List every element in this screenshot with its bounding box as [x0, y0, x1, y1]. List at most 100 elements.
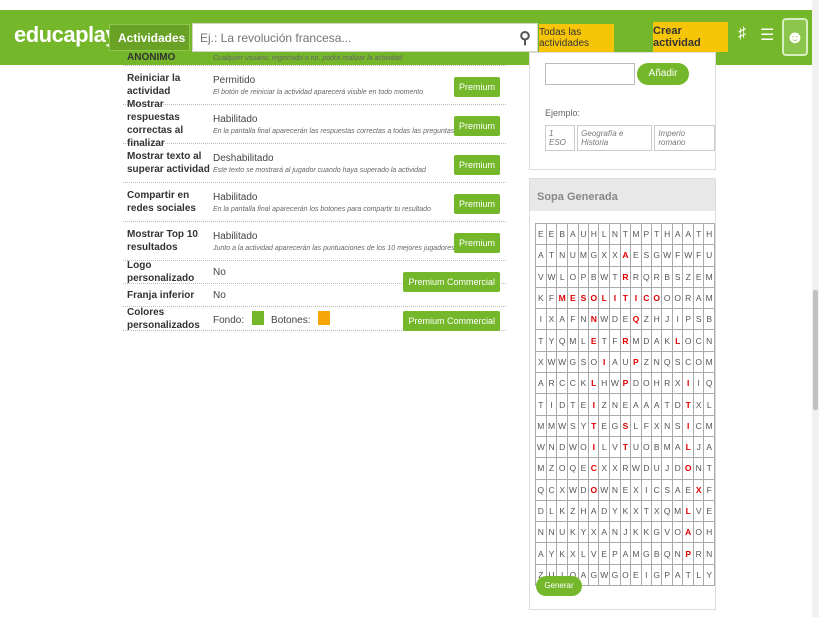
- grid-cell: R: [619, 457, 632, 480]
- grid-cell: N: [545, 521, 558, 544]
- botones-color-swatch[interactable]: [317, 311, 330, 326]
- grid-row: TYQMLETFRMDAKLOCN: [535, 329, 715, 352]
- grid-cell: A: [588, 499, 600, 523]
- grid-cell: X: [556, 478, 569, 501]
- grid-cell: P: [619, 372, 632, 395]
- grid-cell: Y: [545, 329, 558, 352]
- user-icon[interactable]: ☻: [782, 18, 808, 56]
- grid-cell: A: [671, 563, 684, 587]
- grid-cell: A: [651, 329, 663, 352]
- grid-cell: M: [703, 350, 715, 374]
- setting-label: Compartir en redes sociales: [127, 190, 196, 214]
- grid-cell: L: [556, 265, 569, 288]
- grid-cell: M: [535, 457, 547, 480]
- grid-cell: L: [682, 435, 695, 459]
- grid-cell: P: [682, 308, 695, 331]
- grid-cell: I: [671, 308, 684, 331]
- premium-button[interactable]: Premium: [453, 233, 500, 253]
- grid-cell: L: [630, 414, 642, 437]
- premium-button[interactable]: Premium: [453, 155, 500, 175]
- all-activities-button[interactable]: Todas las actividades: [539, 24, 614, 52]
- grid-cell: N: [671, 542, 684, 565]
- grid-cell: W: [535, 435, 547, 459]
- grid-cell: Z: [545, 457, 558, 480]
- grid-cell: W: [598, 478, 611, 501]
- grid-cell: M: [671, 499, 684, 523]
- grid-cell: C: [567, 372, 579, 395]
- grid-cell: Q: [661, 499, 673, 523]
- grid-cell: G: [567, 350, 579, 374]
- grid-cell: O: [567, 265, 579, 288]
- grid-cell: P: [609, 542, 621, 565]
- panel-title: Sopa Generada: [530, 179, 715, 211]
- grid-cell: P: [630, 350, 642, 374]
- search-input[interactable]: [193, 30, 513, 45]
- grid-cell: F: [693, 244, 705, 267]
- grid-cell: R: [693, 542, 705, 565]
- premium-button[interactable]: Premium: [453, 116, 500, 136]
- premium-button[interactable]: Premium: [453, 77, 500, 97]
- grid-cell: S: [619, 414, 632, 437]
- grid-cell: N: [577, 308, 590, 331]
- grid-cell: Q: [630, 308, 642, 331]
- grid-cell: O: [588, 478, 600, 501]
- grid-cell: D: [671, 393, 684, 416]
- grid-cell: T: [567, 393, 579, 416]
- premium-commercial-button[interactable]: Premium Commercial: [403, 311, 500, 331]
- grid-cell: A: [619, 542, 632, 565]
- settings-row-colors: Colores personalizados Fondo: Botones: P…: [123, 307, 506, 331]
- premium-button[interactable]: Premium: [453, 194, 500, 214]
- grid-cell: I: [588, 393, 600, 416]
- grid-cell: Y: [703, 563, 715, 587]
- grid-cell: L: [671, 329, 684, 352]
- grid-cell: A: [535, 372, 547, 395]
- grid-cell: M: [703, 286, 715, 310]
- grid-cell: N: [535, 521, 547, 544]
- scrollbar-thumb[interactable]: [813, 290, 818, 410]
- grid-cell: N: [703, 542, 715, 565]
- grid-cell: O: [671, 521, 684, 544]
- grid-cell: U: [651, 457, 663, 480]
- grid-row: TIDTEIZNEAAATDTXL: [535, 393, 715, 416]
- grid-cell: A: [703, 435, 715, 459]
- grid-cell: F: [671, 244, 684, 267]
- tag-input[interactable]: [545, 63, 635, 85]
- generate-another-button[interactable]: Generar Otra: [536, 576, 582, 610]
- grid-cell: Q: [640, 265, 653, 288]
- example-tags: 1 ESO Geografía e Historia Imperio romano: [545, 125, 715, 151]
- grid-cell: G: [588, 244, 600, 267]
- grid-cell: N: [609, 521, 621, 544]
- grid-cell: N: [609, 222, 621, 246]
- bell-icon[interactable]: ♯: [738, 25, 746, 43]
- grid-cell: D: [640, 329, 653, 352]
- list-icon[interactable]: ☰: [760, 25, 774, 45]
- grid-cell: O: [640, 372, 653, 395]
- grid-cell: C: [545, 478, 558, 501]
- scrollbar[interactable]: [812, 0, 819, 617]
- grid-cell: D: [556, 435, 569, 459]
- grid-cell: L: [598, 286, 611, 310]
- grid-cell: E: [567, 286, 579, 310]
- grid-cell: S: [671, 265, 684, 288]
- grid-cell: I: [630, 286, 642, 310]
- add-tag-button[interactable]: Añadir: [637, 63, 689, 85]
- grid-cell: I: [682, 414, 695, 437]
- grid-cell: D: [630, 372, 642, 395]
- grid-cell: D: [577, 478, 590, 501]
- activities-dropdown[interactable]: Actividades ∨: [109, 24, 199, 51]
- grid-cell: E: [703, 499, 715, 523]
- grid-cell: E: [577, 393, 590, 416]
- grid-cell: O: [577, 435, 590, 459]
- grid-cell: V: [609, 435, 621, 459]
- logo[interactable]: educaplay: [14, 22, 118, 48]
- grid-cell: C: [693, 329, 705, 352]
- grid-cell: O: [556, 457, 569, 480]
- grid-cell: P: [661, 563, 673, 587]
- grid-cell: V: [661, 521, 673, 544]
- grid-cell: U: [703, 244, 715, 267]
- fondo-color-swatch[interactable]: [251, 311, 264, 326]
- create-activity-button[interactable]: Crear actividad: [653, 22, 728, 52]
- search-icon[interactable]: ⚲: [513, 28, 537, 48]
- tags-panel: Añadir Ejemplo: 1 ESO Geografía e Histori…: [529, 52, 716, 170]
- grid-cell: D: [640, 457, 653, 480]
